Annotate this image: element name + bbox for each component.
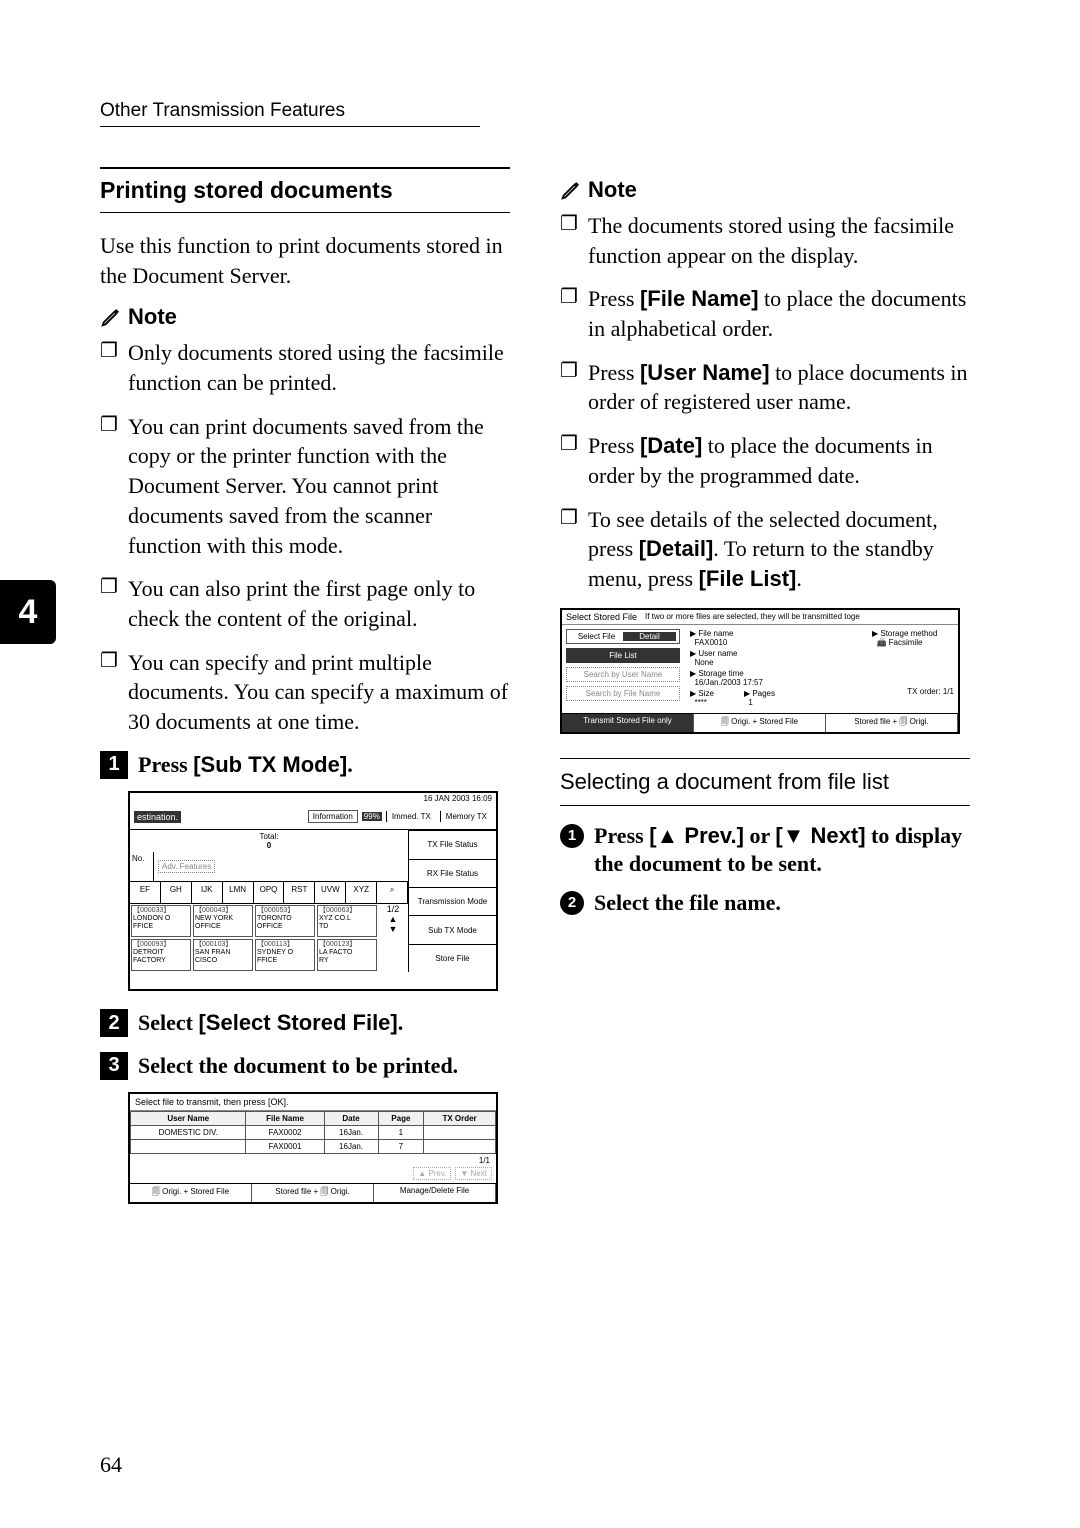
substep-2: 2 Select the file name. <box>560 889 970 918</box>
note-item: Only documents stored using the facsimil… <box>100 338 510 397</box>
note-heading: Note <box>560 177 970 203</box>
section-title: Printing stored documents <box>100 167 510 213</box>
step-1: 1 Press [Sub TX Mode]. <box>100 751 510 780</box>
circle-badge: 2 <box>560 891 584 915</box>
note-item: You can print documents saved from the c… <box>100 412 510 560</box>
note-item: Press [File Name] to place the documents… <box>560 284 970 343</box>
transmit-only-button[interactable]: Transmit Stored File only <box>562 714 694 732</box>
note-item: The documents stored using the facsimile… <box>560 211 970 270</box>
fax-screen-1: 16 JAN 2003 16:09 estination. Informatio… <box>128 791 498 991</box>
detail-tab[interactable]: Detail <box>623 632 676 641</box>
fax-screen-3: Select Stored File If two or more files … <box>560 608 960 734</box>
step-text: Press <box>138 752 193 777</box>
note-list: Only documents stored using the facsimil… <box>100 338 510 736</box>
select-file-tab[interactable]: Select File <box>570 632 623 641</box>
note-item: Press [Date] to place the documents in o… <box>560 431 970 490</box>
store-file[interactable]: Store File <box>408 944 496 972</box>
note-heading: Note <box>100 304 510 330</box>
rx-file-status[interactable]: RX File Status <box>408 859 496 887</box>
chapter-tab: 4 <box>0 580 56 644</box>
pencil-icon <box>100 306 122 328</box>
search-filename-button[interactable]: Search by File Name <box>566 686 680 701</box>
ui-ref: [Sub TX Mode] <box>193 752 347 777</box>
next-button[interactable]: ▼ Next <box>455 1167 492 1180</box>
sub-tx-mode[interactable]: Sub TX Mode <box>408 915 496 943</box>
search-user-button[interactable]: Search by User Name <box>566 667 680 682</box>
page-number: 64 <box>100 1452 122 1478</box>
step-badge: 2 <box>100 1009 128 1037</box>
substep-1: 1 Press [▲ Prev.] or [▼ Next] to display… <box>560 822 970 879</box>
transmission-mode[interactable]: Transmission Mode <box>408 887 496 915</box>
note-label: Note <box>128 304 177 330</box>
note-label: Note <box>588 177 637 203</box>
prev-button[interactable]: ▲ Prev. <box>413 1167 451 1180</box>
note-item: You can also print the first page only t… <box>100 574 510 633</box>
ui-ref: [Select Stored File] <box>198 1010 397 1035</box>
note-item: You can specify and print multiple docum… <box>100 648 510 737</box>
note-list: The documents stored using the facsimile… <box>560 211 970 594</box>
tx-file-status[interactable]: TX File Status <box>408 830 496 858</box>
step-badge: 3 <box>100 1052 128 1080</box>
note-item: To see details of the selected document,… <box>560 505 970 594</box>
running-header: Other Transmission Features <box>100 100 480 127</box>
fax-screen-2: Select file to transmit, then press [OK]… <box>128 1092 498 1204</box>
step-badge: 1 <box>100 751 128 779</box>
step-2: 2 Select [Select Stored File]. <box>100 1009 510 1038</box>
circle-badge: 1 <box>560 824 584 848</box>
note-item: Press [User Name] to place documents in … <box>560 358 970 417</box>
file-list-button[interactable]: File List <box>566 648 680 663</box>
subsection-heading: Selecting a document from file list <box>560 758 970 806</box>
intro-text: Use this function to print documents sto… <box>100 231 510 290</box>
step-3: 3 Select the document to be printed. <box>100 1052 510 1081</box>
pencil-icon <box>560 179 582 201</box>
